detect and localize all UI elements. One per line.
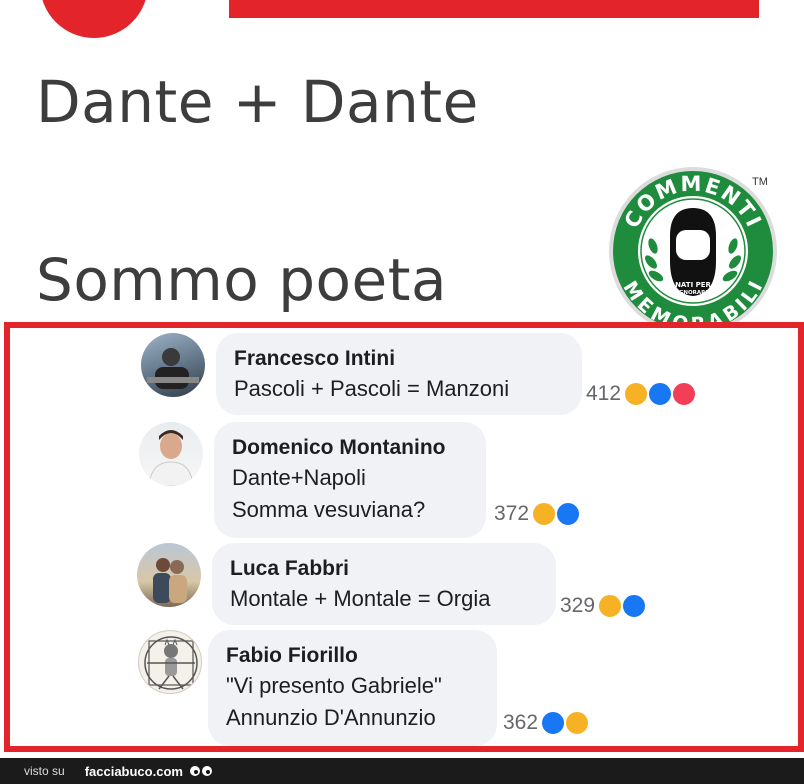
trademark-mark: TM [752,176,768,188]
avatar[interactable] [139,422,203,486]
comment-text: Dante+Napoli [232,465,366,490]
like-icon [555,501,582,527]
like-icon [621,593,648,619]
comment-bubble: Luca Fabbri Montale + Montale = Orgia [212,543,556,625]
reaction-count: 362 [503,711,539,734]
avatar[interactable] [141,333,205,397]
like-icon [647,381,674,407]
comment-bubble: Domenico Montanino Dante+Napoli Somma ve… [214,422,486,538]
comment-author[interactable]: Fabio Fiorillo [226,642,479,670]
comment-bubble: Francesco Intini Pascoli + Pascoli = Man… [216,333,582,415]
watermark-footer: visto su facciabuco.com [0,758,804,784]
reaction-summary[interactable]: 412 [586,381,698,407]
haha-icon [597,593,624,619]
avatar-photo-icon [147,348,199,389]
headline-line-1: Dante + Dante [36,68,479,136]
avatar[interactable] [138,630,202,694]
logo-tagline-2: IGNORARE [677,290,710,296]
love-icon [671,381,698,407]
comment-author[interactable]: Francesco Intini [234,345,564,373]
logo-tagline-1: NATI PER [675,281,711,289]
headline-line-2: Sommo poeta [36,246,447,314]
commenti-memorabili-logo: COMMENTI MEMORABILI NATI PER IGNORARE [609,167,777,336]
footer-visto-label: visto su [24,764,65,778]
like-icon [540,710,567,736]
comment-text: Montale + Montale = Orgia [230,586,491,611]
avatar-photo-icon [148,430,194,486]
comment-text: Somma vesuviana? [232,497,426,522]
reaction-count: 329 [560,594,596,617]
haha-icon [564,710,591,736]
footer-site-link[interactable]: facciabuco.com [85,764,183,779]
reaction-summary[interactable]: 372 [494,501,582,527]
haha-icon [531,501,558,527]
avatar[interactable] [137,543,201,607]
vitruvian-cat-icon [144,636,198,690]
red-circle-shape [40,0,148,38]
avatar-photo-icon [153,558,187,603]
haha-icon [623,381,650,407]
reaction-summary[interactable]: 362 [503,710,591,736]
red-banner-bar [229,0,759,18]
comment-text: "Vi presento Gabriele" [226,673,442,698]
comment-text: Pascoli + Pascoli = Manzoni [234,376,510,401]
reaction-summary[interactable]: 329 [560,593,648,619]
reaction-count: 372 [494,502,530,525]
comment-author[interactable]: Luca Fabbri [230,555,538,583]
comment-bubble: Fabio Fiorillo "Vi presento Gabriele" An… [208,630,497,746]
reaction-count: 412 [586,382,622,405]
comment-text: Annunzio D'Annunzio [226,705,436,730]
eyes-icon [189,766,212,776]
comment-author[interactable]: Domenico Montanino [232,434,468,462]
